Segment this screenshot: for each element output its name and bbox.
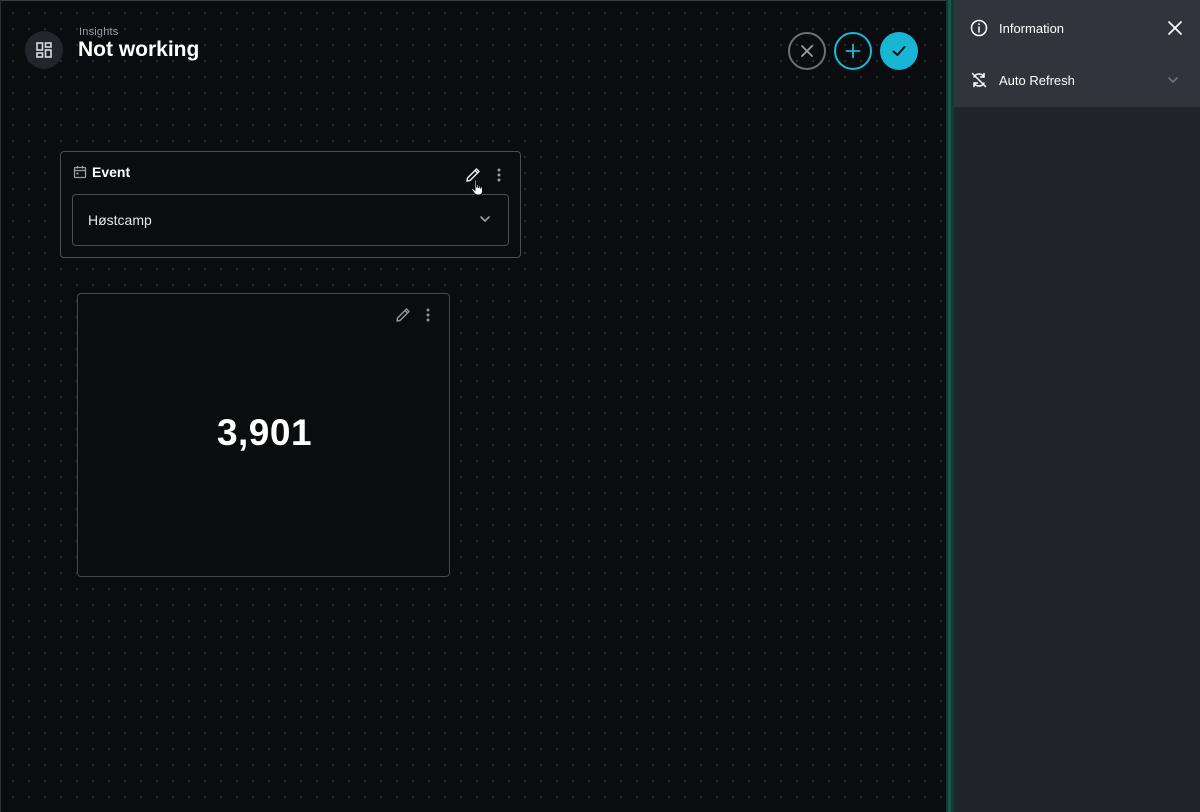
chevron-down-icon xyxy=(1168,77,1178,84)
kpi-value: 3,901 xyxy=(216,412,313,453)
filter-card-header: Event xyxy=(73,164,130,180)
event-select-value: Høstcamp xyxy=(88,212,152,228)
dashboard-icon-button[interactable] xyxy=(25,31,63,69)
kpi-card: 3,901 xyxy=(77,293,450,577)
auto-refresh-label: Auto Refresh xyxy=(999,72,1075,88)
close-panel-button[interactable] xyxy=(1164,17,1186,39)
page-title: Not working xyxy=(78,38,200,61)
filter-card-title: Event xyxy=(92,164,131,180)
close-icon xyxy=(1168,21,1182,35)
information-label: Information xyxy=(999,20,1065,36)
add-widget-button[interactable] xyxy=(834,32,872,70)
dashboard-grid-icon xyxy=(36,42,52,58)
dashboard-canvas: Insights Not working Event Høstcamp 3,90… xyxy=(0,0,946,812)
filter-card-menu-button[interactable] xyxy=(489,165,509,185)
more-vertical-icon xyxy=(497,168,501,182)
event-select[interactable]: Høstcamp xyxy=(72,194,509,246)
hand-pointer-cursor-icon xyxy=(471,179,483,196)
edit-kpi-button[interactable] xyxy=(393,305,413,325)
auto-refresh-toggle[interactable]: Auto Refresh xyxy=(954,60,1200,100)
cancel-button[interactable] xyxy=(788,32,826,70)
sync-off-icon xyxy=(971,72,987,88)
panel-divider[interactable] xyxy=(946,0,954,812)
save-button[interactable] xyxy=(880,32,918,70)
event-filter-card: Event Høstcamp xyxy=(60,151,521,258)
more-vertical-icon xyxy=(426,308,430,322)
kpi-card-menu-button[interactable] xyxy=(418,305,438,325)
close-icon xyxy=(801,45,813,57)
breadcrumb[interactable]: Insights xyxy=(79,26,119,38)
check-icon xyxy=(892,46,906,56)
chevron-down-icon xyxy=(480,216,490,223)
information-side-panel: Information Auto Refresh xyxy=(954,0,1200,812)
calendar-icon xyxy=(73,166,87,179)
pencil-icon xyxy=(396,308,410,322)
side-panel-header: Information Auto Refresh xyxy=(954,0,1200,107)
info-circle-icon xyxy=(970,19,988,37)
plus-icon xyxy=(845,43,861,59)
